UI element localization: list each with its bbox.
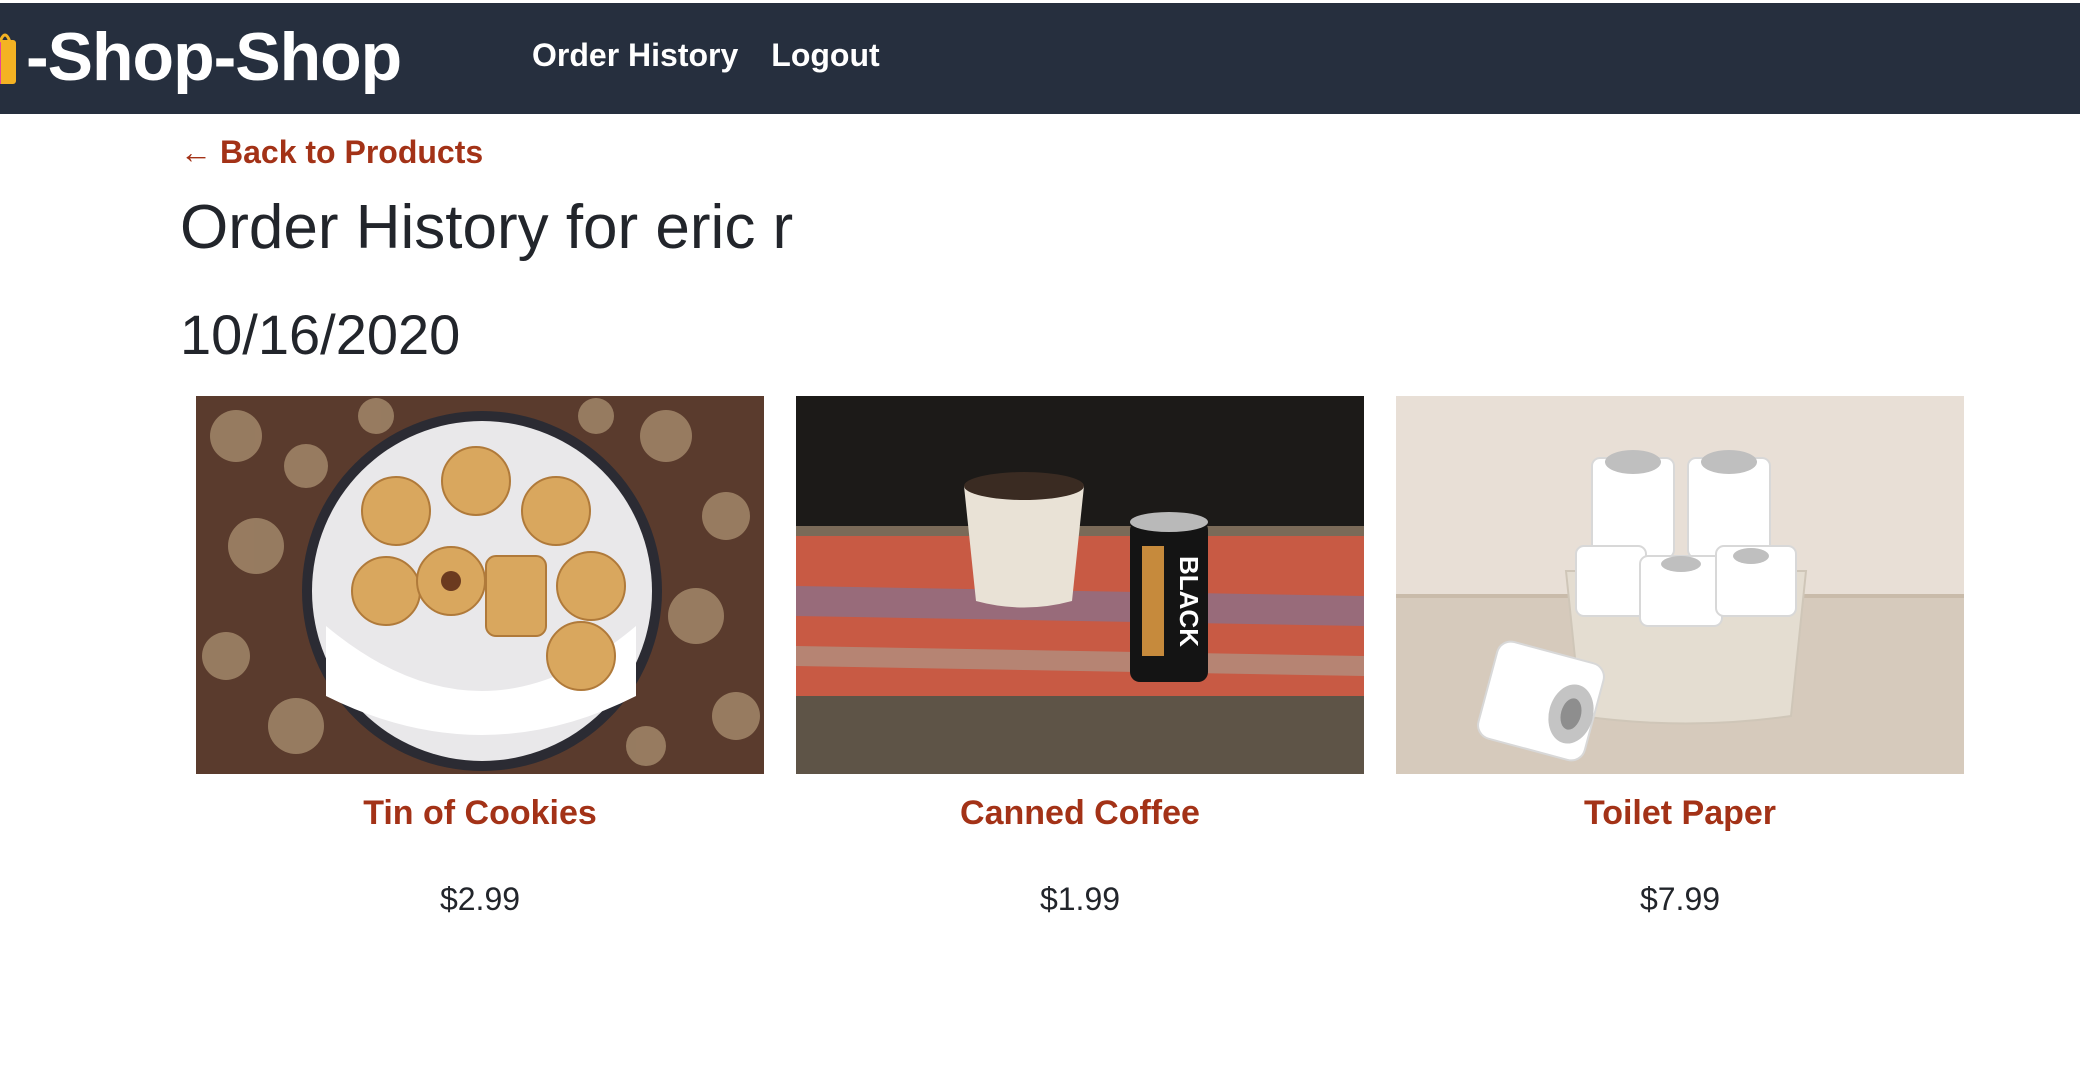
- canned-coffee-image[interactable]: BLACK: [796, 396, 1364, 774]
- brand-logo[interactable]: -Shop-Shop: [0, 17, 402, 97]
- product-card: BLACK Canned Coffee $1.99: [796, 396, 1364, 918]
- back-arrow-icon: ←: [180, 134, 212, 170]
- product-card: Tin of Cookies $2.99: [196, 396, 764, 918]
- nav-logout-link[interactable]: Logout: [771, 37, 879, 74]
- page-title: Order History for eric r: [180, 193, 794, 262]
- back-link-label: Back to Products: [220, 134, 484, 170]
- product-name[interactable]: Canned Coffee: [960, 794, 1200, 833]
- product-price: $2.99: [439, 881, 521, 917]
- back-to-products-link[interactable]: ← Back to Products: [180, 134, 483, 171]
- shopping-bag-icon: [0, 33, 16, 84]
- product-price: $1.99: [1039, 881, 1121, 917]
- brand-name: -Shop-Shop: [26, 19, 402, 95]
- order-date: 10/16/2020: [180, 303, 461, 366]
- order-products: Tin of Cookies $2.99 BLACK Canned Coffee…: [196, 396, 1964, 918]
- toilet-paper-image[interactable]: [1396, 396, 1964, 774]
- nav-links: Order History Logout: [532, 37, 880, 74]
- cookie-tin-image[interactable]: [196, 396, 764, 774]
- svg-text:BLACK: BLACK: [1174, 556, 1204, 647]
- nav-order-history-link[interactable]: Order History: [532, 37, 738, 74]
- product-card: Toilet Paper $7.99: [1396, 396, 1964, 918]
- navbar: -Shop-Shop Order History Logout: [0, 0, 2080, 114]
- product-name[interactable]: Toilet Paper: [1584, 794, 1776, 833]
- product-name[interactable]: Tin of Cookies: [363, 794, 597, 833]
- product-price: $7.99: [1639, 881, 1721, 917]
